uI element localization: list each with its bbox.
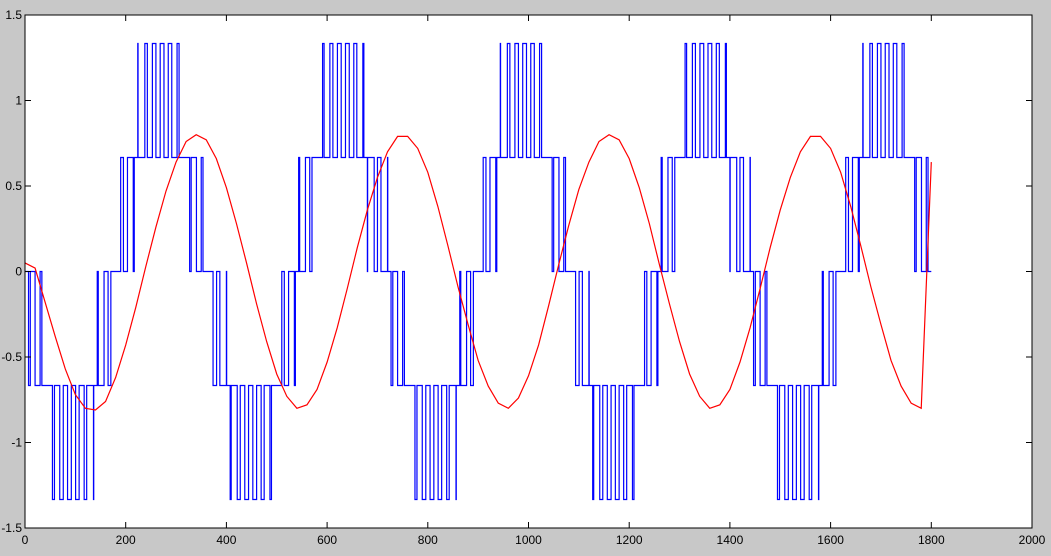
y-tick-label: -1.5	[1, 521, 22, 535]
x-tick-label: 2000	[1019, 533, 1046, 547]
x-tick-label: 400	[216, 533, 236, 547]
x-tick-label: 200	[116, 533, 136, 547]
figure: 0 200 400 600 800 1000 1200 1400 1600 1800 2000 1.5…	[0, 0, 1051, 556]
y-tick-label: 0.5	[5, 179, 22, 193]
y-tick-label: -0.5	[1, 350, 22, 364]
x-tick-label: 1600	[817, 533, 844, 547]
y-tick-label: 1	[15, 94, 22, 108]
y-tick-label: -1	[11, 436, 22, 450]
x-tick-label: 1200	[616, 533, 643, 547]
x-tick-label: 800	[418, 533, 438, 547]
x-tick-label: 1800	[918, 533, 945, 547]
x-tick-label: 1000	[515, 533, 542, 547]
x-tick-label: 1400	[717, 533, 744, 547]
y-tick-label: 0	[15, 265, 22, 279]
y-tick-label: 1.5	[5, 8, 22, 22]
x-tick-label: 600	[317, 533, 337, 547]
x-tick-label: 0	[22, 533, 29, 547]
